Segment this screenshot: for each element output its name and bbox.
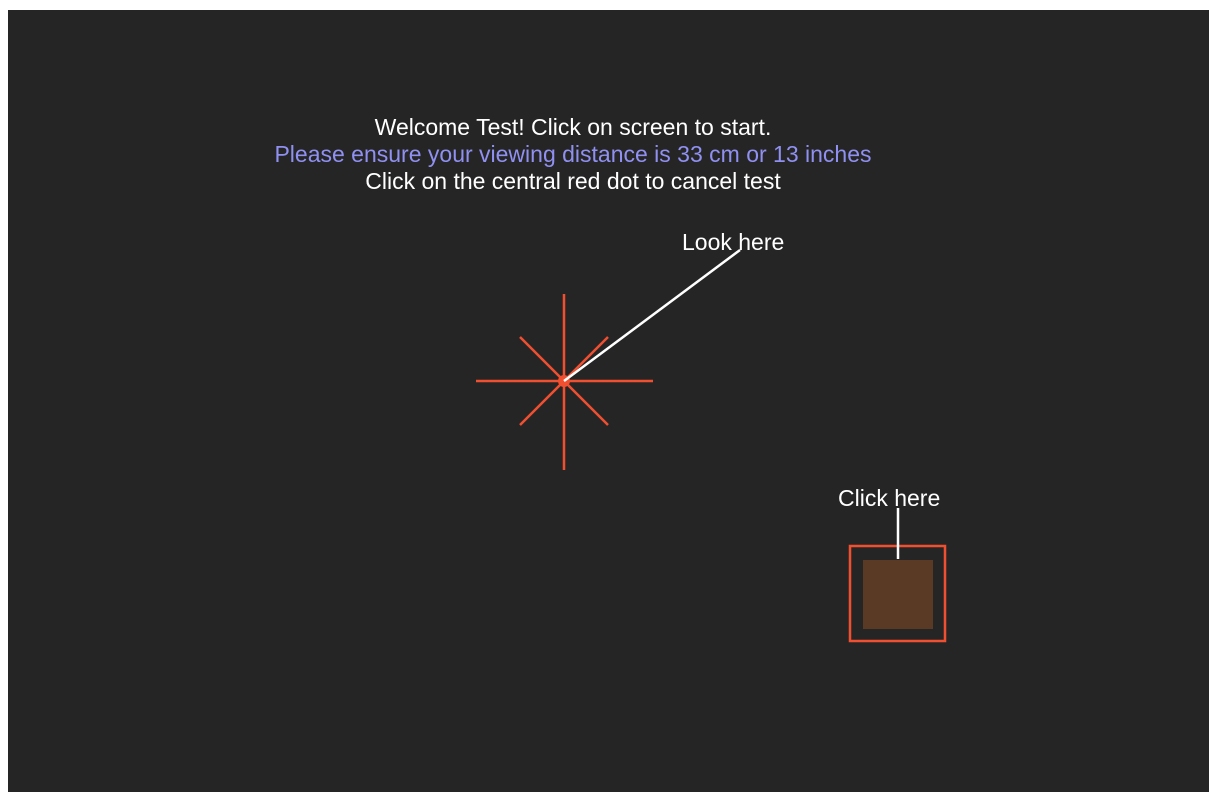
test-screen[interactable]: Welcome Test! Click on screen to start. … [8,10,1209,792]
test-canvas [476,248,947,643]
start-target-square[interactable] [863,560,933,629]
look-here-label: Look here [682,229,785,255]
click-here-label: Click here [838,485,941,511]
look-here-pointer [563,248,741,383]
